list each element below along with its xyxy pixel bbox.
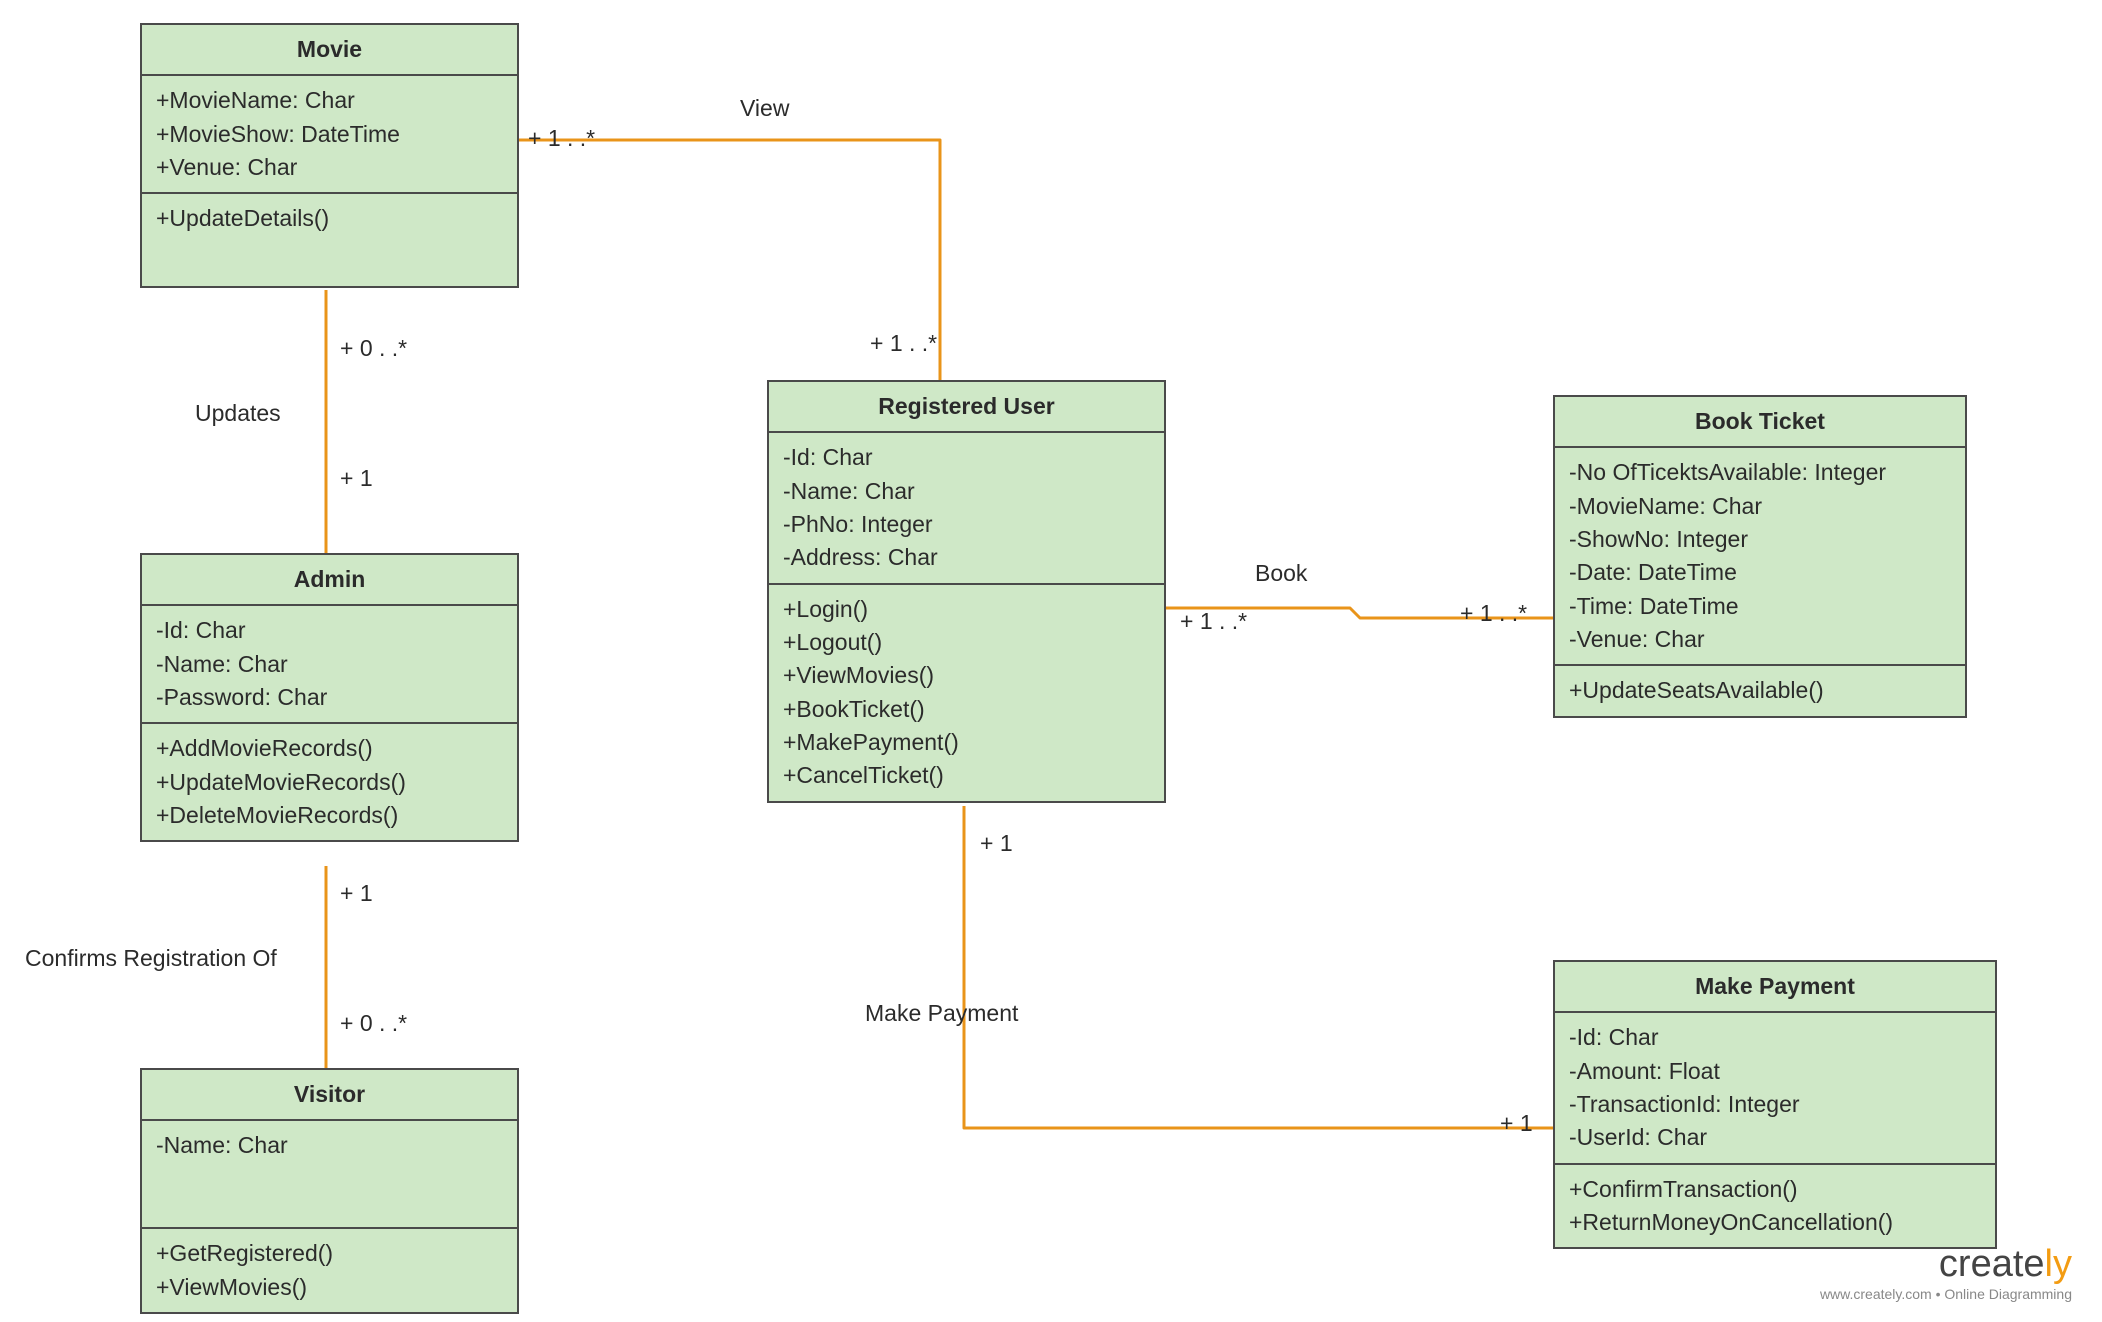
attribute: -Id: Char [156, 614, 503, 647]
class-title: Visitor [142, 1070, 517, 1121]
operation: +ConfirmTransaction() [1569, 1173, 1981, 1206]
attribute: +Venue: Char [156, 151, 503, 184]
multiplicity: + 1 [980, 830, 1013, 857]
class-title: Registered User [769, 382, 1164, 433]
class-operations: +ConfirmTransaction() +ReturnMoneyOnCanc… [1555, 1165, 1995, 1248]
multiplicity: + 1 [340, 880, 373, 907]
multiplicity: + 1 . .* [1180, 608, 1247, 635]
operation: +DeleteMovieRecords() [156, 799, 503, 832]
class-attributes: -Name: Char [142, 1121, 517, 1229]
logo-text-a: create [1939, 1243, 2045, 1285]
operation: +AddMovieRecords() [156, 732, 503, 765]
operation: +GetRegistered() [156, 1237, 503, 1270]
diagram-canvas: Movie +MovieName: Char +MovieShow: DateT… [0, 0, 2102, 1322]
attribute: -Password: Char [156, 681, 503, 714]
class-admin[interactable]: Admin -Id: Char -Name: Char -Password: C… [140, 553, 519, 842]
attribute: -Name: Char [783, 475, 1150, 508]
class-attributes: -No OfTicektsAvailable: Integer -MovieNa… [1555, 448, 1965, 666]
class-attributes: -Id: Char -Name: Char -PhNo: Integer -Ad… [769, 433, 1164, 584]
operation: +ReturnMoneyOnCancellation() [1569, 1206, 1981, 1239]
edge-label-updates: Updates [195, 400, 281, 427]
class-registered-user[interactable]: Registered User -Id: Char -Name: Char -P… [767, 380, 1166, 803]
multiplicity: + 0 . .* [340, 335, 407, 362]
attribute: -PhNo: Integer [783, 508, 1150, 541]
multiplicity: + 1 . .* [870, 330, 937, 357]
operation: +UpdateMovieRecords() [156, 766, 503, 799]
multiplicity: + 1 [340, 465, 373, 492]
multiplicity: + 1 [1500, 1110, 1533, 1137]
attribute: -Date: DateTime [1569, 556, 1951, 589]
class-operations: +AddMovieRecords() +UpdateMovieRecords()… [142, 724, 517, 840]
attribute: -TransactionId: Integer [1569, 1088, 1981, 1121]
class-make-payment[interactable]: Make Payment -Id: Char -Amount: Float -T… [1553, 960, 1997, 1249]
operation: +ViewMovies() [156, 1271, 503, 1304]
operation: +ViewMovies() [783, 659, 1150, 692]
class-attributes: -Id: Char -Name: Char -Password: Char [142, 606, 517, 724]
operation: +Login() [783, 593, 1150, 626]
class-title: Movie [142, 25, 517, 76]
edge-label-view: View [740, 95, 789, 122]
edge-label-book: Book [1255, 560, 1307, 587]
attribute: -ShowNo: Integer [1569, 523, 1951, 556]
class-title: Admin [142, 555, 517, 606]
attribute: -Amount: Float [1569, 1055, 1981, 1088]
attribute: -Address: Char [783, 541, 1150, 574]
logo-tagline: www.creately.com • Online Diagramming [1820, 1286, 2072, 1302]
class-attributes: +MovieName: Char +MovieShow: DateTime +V… [142, 76, 517, 194]
operation: +UpdateSeatsAvailable() [1569, 674, 1951, 707]
operation: +CancelTicket() [783, 759, 1150, 792]
class-operations: +UpdateDetails() [142, 194, 517, 285]
class-visitor[interactable]: Visitor -Name: Char +GetRegistered() +Vi… [140, 1068, 519, 1314]
attribute: +MovieName: Char [156, 84, 503, 117]
operation: +Logout() [783, 626, 1150, 659]
attribute: -No OfTicektsAvailable: Integer [1569, 456, 1951, 489]
logo-text-b: ly [2045, 1243, 2072, 1285]
operation: +BookTicket() [783, 693, 1150, 726]
multiplicity: + 0 . .* [340, 1010, 407, 1037]
attribute: -Name: Char [156, 1129, 503, 1162]
edge-label-confirms: Confirms Registration Of [25, 945, 277, 972]
class-operations: +UpdateSeatsAvailable() [1555, 666, 1965, 715]
class-attributes: -Id: Char -Amount: Float -TransactionId:… [1555, 1013, 1995, 1164]
attribute: -Time: DateTime [1569, 590, 1951, 623]
class-title: Make Payment [1555, 962, 1995, 1013]
attribute: +MovieShow: DateTime [156, 118, 503, 151]
attribute: -Name: Char [156, 648, 503, 681]
class-operations: +GetRegistered() +ViewMovies() [142, 1229, 517, 1312]
attribute: -Id: Char [783, 441, 1150, 474]
creately-logo: creately www.creately.com • Online Diagr… [1820, 1243, 2072, 1302]
operation: +MakePayment() [783, 726, 1150, 759]
class-book-ticket[interactable]: Book Ticket -No OfTicektsAvailable: Inte… [1553, 395, 1967, 718]
attribute: -Id: Char [1569, 1021, 1981, 1054]
operation: +UpdateDetails() [156, 202, 503, 235]
class-movie[interactable]: Movie +MovieName: Char +MovieShow: DateT… [140, 23, 519, 288]
attribute: -Venue: Char [1569, 623, 1951, 656]
edge-label-make-payment: Make Payment [865, 1000, 1018, 1027]
multiplicity: + 1 . .* [1460, 600, 1527, 627]
edge-user-payment [964, 806, 1553, 1128]
multiplicity: + 1 . .* [528, 125, 595, 152]
class-title: Book Ticket [1555, 397, 1965, 448]
class-operations: +Login() +Logout() +ViewMovies() +BookTi… [769, 585, 1164, 801]
attribute: -MovieName: Char [1569, 490, 1951, 523]
attribute: -UserId: Char [1569, 1121, 1981, 1154]
